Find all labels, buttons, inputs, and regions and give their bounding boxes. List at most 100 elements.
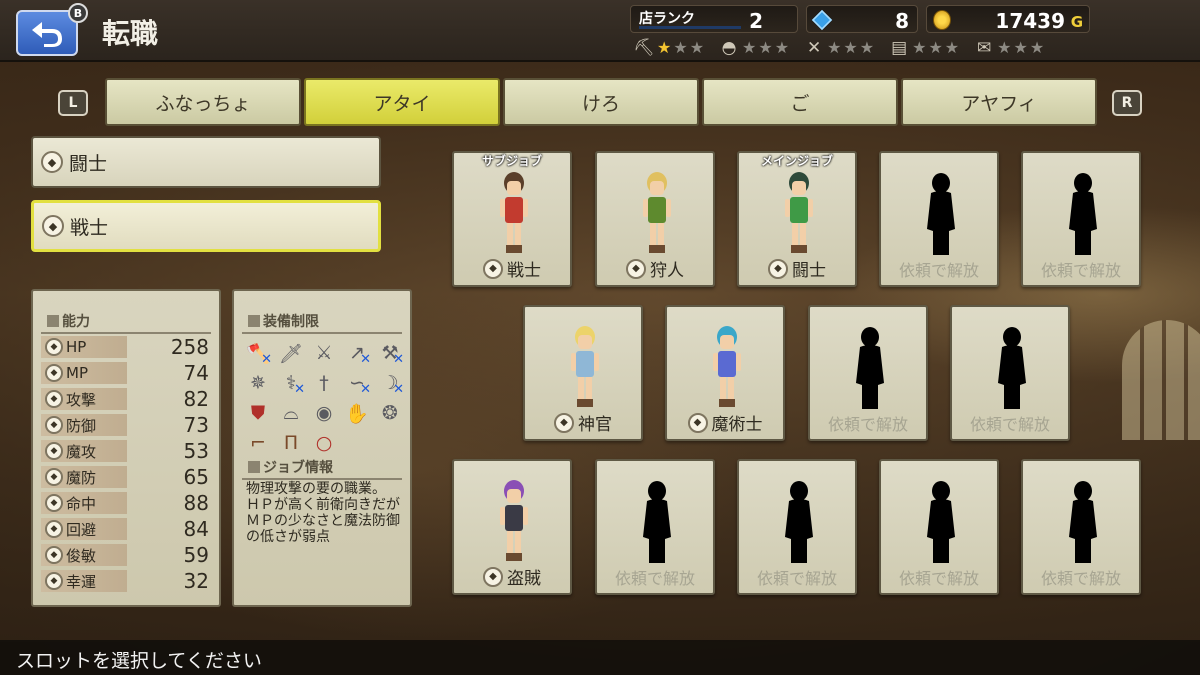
stat-label: 攻撃 [66, 390, 97, 409]
slot-label-text: 依頼で解放 [969, 415, 1050, 434]
job-list-label: 闘士 [69, 152, 108, 175]
job-slot[interactable]: サブジョブ ◆ 戦士 [452, 151, 572, 287]
slot-label: 依頼で解放 [881, 257, 997, 281]
tab-character-0[interactable]: ふなっちょ [105, 78, 301, 126]
slot-label: 依頼で解放 [881, 565, 997, 589]
stat-icon: ◆ [45, 520, 63, 538]
stat-label-box: ◆ 攻撃 [41, 388, 127, 410]
sword-icon: 🗡 [278, 342, 304, 365]
job-slot[interactable]: ◆ 神官 [523, 305, 643, 441]
slot-label: ◆ 闘士 [739, 256, 855, 281]
gold-amount: 17439 [995, 9, 1065, 33]
footer-message: スロットを選択してください [16, 650, 262, 672]
stat-label-box: ◆ MP [41, 362, 127, 384]
stat-icon: ◆ [45, 416, 63, 434]
star-empty-icon: ★ [827, 38, 842, 57]
slot-tag: サブジョブ [481, 154, 542, 168]
hammer-icon: ⚒ ✕ [381, 342, 404, 367]
restricted-x-icon: ✕ [261, 352, 272, 367]
job-emblem-icon: ◆ [626, 258, 646, 279]
stat-row: ◆ HP 258 [41, 335, 209, 359]
armor-icon: ◉ [315, 402, 333, 424]
job-slot[interactable]: ◆ 狩人 [595, 151, 715, 287]
whip-icon: ∽ ✕ [349, 372, 371, 397]
job-slot-locked[interactable]: 依頼で解放 [1021, 459, 1141, 595]
job-slot[interactable]: ◆ 魔術士 [665, 305, 785, 441]
job-list-item[interactable]: ◆ 闘士 [31, 136, 381, 188]
stat-value: 74 [183, 361, 209, 385]
slot-label-text: 依頼で解放 [756, 569, 837, 588]
slot-label-text: 狩人 [650, 261, 684, 281]
stat-label: MP [66, 364, 88, 382]
axe-icon: 🪓 ✕ [246, 342, 272, 368]
job-slot[interactable]: ◆ 盗賊 [452, 459, 572, 595]
stat-label: HP [66, 338, 87, 356]
stat-icon: ◆ [45, 364, 63, 382]
helmet-icon: ◓ [721, 38, 737, 58]
star-empty-icon: ★ [843, 38, 858, 57]
footer-message-bar: スロットを選択してください [0, 640, 1200, 675]
gauntlet-icon: ✋ [345, 402, 369, 425]
stat-label-box: ◆ 幸運 [41, 570, 127, 592]
slot-label-text: 盗賊 [507, 569, 541, 589]
star-empty-icon: ★ [1013, 38, 1028, 57]
restricted-x-icon: ✕ [393, 352, 404, 367]
stat-label: 防御 [66, 416, 97, 435]
stat-icon: ◆ [45, 390, 63, 408]
job-slot-locked[interactable]: 依頼で解放 [808, 305, 928, 441]
stat-label-box: ◆ 魔攻 [41, 440, 127, 462]
character-silhouette [927, 481, 955, 563]
restricted-x-icon: ✕ [360, 352, 371, 367]
slot-label-text: 依頼で解放 [898, 569, 979, 588]
stat-value: 32 [183, 569, 209, 593]
slot-label: ◆ 戦士 [454, 256, 570, 281]
pickaxe-icon: ⛏ [633, 38, 655, 58]
stat-value: 73 [183, 413, 209, 437]
b-button-badge: B [68, 3, 88, 23]
rating-0: ⛏ ★ ★ ★ [633, 36, 704, 60]
tab-character-1[interactable]: アタイ [304, 78, 500, 126]
star-empty-icon: ★ [758, 38, 773, 57]
job-slot[interactable]: メインジョブ ◆ 闘士 [737, 151, 857, 287]
job-slot-locked[interactable]: 依頼で解放 [595, 459, 715, 595]
stat-row: ◆ 防御 73 [41, 413, 209, 437]
stat-value: 53 [183, 439, 209, 463]
legs-icon: Π [283, 432, 299, 454]
greatsword-icon: ⚔ [315, 342, 333, 364]
header-bar: B 転職 店ランク 2 8 17439 G ⛏ ★ ★ ★ ◓ ★ ★ ★ ✕ ★ ★ ★ ▤ ★ ★ ★ ✉ ★… [0, 0, 1200, 62]
bow-icon: ☽ ✕ [381, 372, 404, 397]
stat-icon: ◆ [45, 494, 63, 512]
tab-character-2[interactable]: けろ [503, 78, 699, 126]
job-list-item[interactable]: ◆ 戦士 [31, 200, 381, 252]
gem-count-box: 8 [806, 5, 918, 33]
character-silhouette [1069, 481, 1097, 563]
screen-title: 転職 [102, 17, 159, 50]
slot-label-text: 依頼で解放 [1040, 261, 1121, 280]
job-slot-locked[interactable]: 依頼で解放 [1021, 151, 1141, 287]
slot-label: ◆ 盗賊 [454, 564, 570, 589]
character-silhouette [643, 481, 671, 563]
restricted-x-icon: ✕ [393, 382, 404, 397]
l-shoulder-button[interactable]: L [58, 90, 88, 116]
slot-label-text: 依頼で解放 [898, 261, 979, 280]
stat-row: ◆ 魔防 65 [41, 465, 209, 489]
stat-label: 幸運 [66, 572, 97, 591]
stat-value: 65 [183, 465, 209, 489]
star-filled-icon: ★ [657, 38, 672, 57]
job-slot-locked[interactable]: 依頼で解放 [879, 151, 999, 287]
spear-icon: ↗ ✕ [349, 342, 371, 367]
mace-icon: ✵ [250, 372, 266, 394]
star-empty-icon: ★ [689, 38, 705, 57]
ability-title: 能力 [41, 309, 211, 334]
job-slot-locked[interactable]: 依頼で解放 [950, 305, 1070, 441]
character-sprite [713, 326, 741, 407]
character-sprite [643, 172, 671, 253]
r-shoulder-button[interactable]: R [1112, 90, 1142, 116]
tab-character-3[interactable]: ご [702, 78, 898, 126]
slot-tag: メインジョブ [760, 154, 833, 168]
star-empty-icon: ★ [774, 38, 790, 57]
tab-character-4[interactable]: アヤフィ [901, 78, 1097, 126]
job-slot-locked[interactable]: 依頼で解放 [737, 459, 857, 595]
character-silhouette [998, 327, 1026, 409]
job-slot-locked[interactable]: 依頼で解放 [879, 459, 999, 595]
